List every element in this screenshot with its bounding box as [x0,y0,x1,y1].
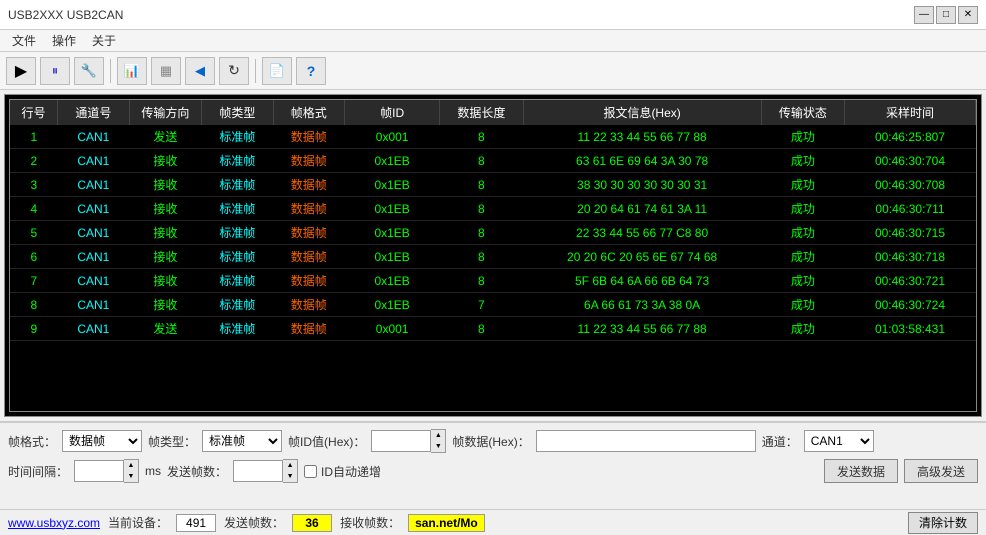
minimize-button[interactable]: — [914,6,934,24]
frame-id-label: 帧ID值(Hex)： [288,433,365,450]
toolbar-separator-1 [110,59,111,83]
frame-type-select[interactable]: 标准帧 扩展帧 [202,430,282,452]
chart-button[interactable]: 📊 [117,57,147,85]
control-row-2: 时间间隔： 0 ▲ ▼ ms 发送帧数： 1 ▲ ▼ ID自动递增 发送数据 高… [8,459,978,483]
website-link[interactable]: www.usbxyz.com [8,516,100,530]
send-data-button[interactable]: 发送数据 [824,459,898,483]
channel-label: 通道： [762,433,798,450]
menu-operation[interactable]: 操作 [44,30,84,51]
table-row[interactable]: 9CAN1发送标准帧数据帧0x001811 22 33 44 55 66 77 … [10,317,976,341]
frame-id-spinner: 1 ▲ ▼ [371,429,446,453]
send-button[interactable]: ◀ [185,57,215,85]
channel-select[interactable]: CAN1 CAN2 [804,430,874,452]
data-table: 行号 通道号 传输方向 帧类型 帧格式 帧ID 数据长度 报文信息(Hex) 传… [10,100,976,341]
header-msg: 报文信息(Hex) [523,100,761,125]
receive-count-label: 接收帧数： [340,514,400,531]
title-bar: USB2XXX USB2CAN — □ ✕ [0,0,986,30]
time-interval-down[interactable]: ▼ [124,471,138,482]
table-row[interactable]: 5CAN1接收标准帧数据帧0x1EB822 33 44 55 66 77 C8 … [10,221,976,245]
play-button[interactable]: ▶ [6,57,36,85]
refresh-button[interactable]: ↻ [219,57,249,85]
table-row[interactable]: 1CAN1发送标准帧数据帧0x001811 22 33 44 55 66 77 … [10,125,976,149]
grid-button[interactable]: ▦ [151,57,181,85]
header-dlen: 数据长度 [440,100,523,125]
frame-id-up[interactable]: ▲ [431,430,445,441]
time-interval-spinner: 0 ▲ ▼ [74,459,139,483]
header-dir: 传输方向 [129,100,202,125]
device-value: 491 [176,514,216,532]
maximize-button[interactable]: □ [936,6,956,24]
table-row[interactable]: 3CAN1接收标准帧数据帧0x1EB838 30 30 30 30 30 30 … [10,173,976,197]
send-count-down[interactable]: ▼ [283,471,297,482]
menu-about[interactable]: 关于 [84,30,124,51]
clear-count-button[interactable]: 清除计数 [908,512,978,534]
time-interval-label: 时间间隔： [8,463,68,480]
frame-data-label: 帧数据(Hex)： [452,433,529,450]
send-count-value: 36 [292,514,332,532]
device-label: 当前设备： [108,514,168,531]
header-fid: 帧ID [345,100,440,125]
header-row: 行号 [10,100,58,125]
time-interval-up[interactable]: ▲ [124,460,138,471]
frame-id-spinbtns: ▲ ▼ [431,429,446,453]
toolbar-separator-2 [255,59,256,83]
status-bar: www.usbxyz.com 当前设备： 491 发送帧数： 36 接收帧数： … [0,509,986,535]
ms-unit: ms [145,464,161,478]
file-button[interactable]: 📄 [262,57,292,85]
send-count-up[interactable]: ▲ [283,460,297,471]
send-count-spinbtns: ▲ ▼ [283,459,298,483]
header-time: 采样时间 [844,100,975,125]
menu-file[interactable]: 文件 [4,30,44,51]
help-button[interactable]: ? [296,57,326,85]
table-row[interactable]: 7CAN1接收标准帧数据帧0x1EB85F 6B 64 6A 66 6B 64 … [10,269,976,293]
bottom-panel: 帧格式： 数据帧 远程帧 帧类型： 标准帧 扩展帧 帧ID值(Hex)： 1 ▲… [0,421,986,509]
data-table-container: 行号 通道号 传输方向 帧类型 帧格式 帧ID 数据长度 报文信息(Hex) 传… [9,99,977,412]
table-header-row: 行号 通道号 传输方向 帧类型 帧格式 帧ID 数据长度 报文信息(Hex) 传… [10,100,976,125]
frame-data-input[interactable]: 11 22 33 44 55 66 77 88 [536,430,756,452]
send-count-spinner: 1 ▲ ▼ [233,459,298,483]
header-fformat: 帧格式 [273,100,344,125]
frame-id-input[interactable]: 1 [371,430,431,452]
control-row-1: 帧格式： 数据帧 远程帧 帧类型： 标准帧 扩展帧 帧ID值(Hex)： 1 ▲… [8,429,978,453]
window-title: USB2XXX USB2CAN [8,8,123,22]
table-row[interactable]: 6CAN1接收标准帧数据帧0x1EB820 20 6C 20 65 6E 67 … [10,245,976,269]
frame-format-label: 帧格式： [8,433,56,450]
receive-count-value: san.net/Mo [408,514,485,532]
send-count-input[interactable]: 1 [233,460,283,482]
time-interval-input[interactable]: 0 [74,460,124,482]
auto-increment-checkbox[interactable] [304,465,317,478]
time-interval-spinbtns: ▲ ▼ [124,459,139,483]
pause-button[interactable]: ⏸ [40,57,70,85]
header-status: 传输状态 [761,100,844,125]
settings-button[interactable]: 🔧 [74,57,104,85]
auto-increment-text: ID自动递增 [321,463,381,480]
auto-increment-label[interactable]: ID自动递增 [304,463,381,480]
frame-id-down[interactable]: ▼ [431,441,445,452]
header-channel: 通道号 [58,100,129,125]
table-row[interactable]: 4CAN1接收标准帧数据帧0x1EB820 20 64 61 74 61 3A … [10,197,976,221]
header-ftype: 帧类型 [202,100,273,125]
table-row[interactable]: 2CAN1接收标准帧数据帧0x1EB863 61 6E 69 64 3A 30 … [10,149,976,173]
frame-format-select[interactable]: 数据帧 远程帧 [62,430,142,452]
frame-type-label: 帧类型： [148,433,196,450]
send-count-label: 发送帧数： [167,463,227,480]
close-button[interactable]: ✕ [958,6,978,24]
title-controls: — □ ✕ [914,6,978,24]
advanced-send-button[interactable]: 高级发送 [904,459,978,483]
send-count-status-label: 发送帧数： [224,514,284,531]
table-row[interactable]: 8CAN1接收标准帧数据帧0x1EB76A 66 61 73 3A 38 0A成… [10,293,976,317]
menu-bar: 文件 操作 关于 [0,30,986,52]
toolbar: ▶ ⏸ 🔧 📊 ▦ ◀ ↻ 📄 ? [0,52,986,90]
